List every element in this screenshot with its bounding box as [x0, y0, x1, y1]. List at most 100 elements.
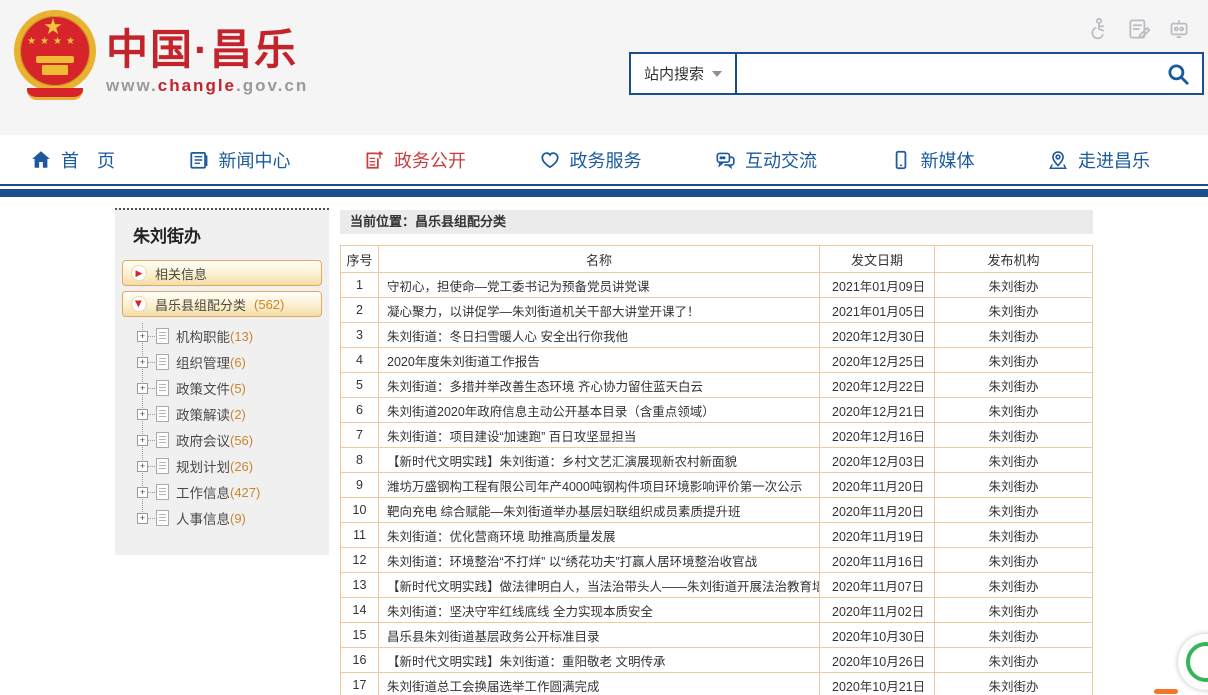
document-icon [156, 458, 169, 474]
robot-icon[interactable] [1166, 16, 1192, 42]
row-org: 朱刘街办 [935, 623, 1093, 648]
site-url: www.changle.gov.cn [106, 76, 308, 96]
row-date: 2020年11月19日 [820, 523, 935, 548]
row-title-link[interactable]: 2020年度朱刘街道工作报告 [379, 348, 820, 373]
row-date: 2020年12月16日 [820, 423, 935, 448]
row-title-link[interactable]: 【新时代文明实践】朱刘街道：乡村文艺汇演展现新农村新面貌 [379, 448, 820, 473]
table-row: 9 潍坊万盛钢构工程有限公司年产4000吨钢构件项目环境影响评价第一次公示 20… [341, 473, 1093, 498]
nav-item-interaction[interactable]: 互动交流 [714, 147, 817, 173]
tree-item[interactable]: + 机构职能 (13) [137, 323, 329, 349]
expand-plus-icon[interactable]: + [137, 409, 148, 420]
row-title-link[interactable]: 守初心，担使命—党工委书记为预备党员讲党课 [379, 273, 820, 298]
expand-plus-icon[interactable]: + [137, 487, 148, 498]
search-bar: 站内搜索 [629, 52, 1204, 95]
tree-item[interactable]: + 人事信息 (9) [137, 505, 329, 531]
row-title-link[interactable]: 朱刘街道总工会换届选举工作圆满完成 [379, 673, 820, 695]
nav-divider-band [0, 189, 1208, 197]
home-icon [30, 149, 52, 171]
table-row: 1 守初心，担使命—党工委书记为预备党员讲党课 2021年01月09日 朱刘街办 [341, 273, 1093, 298]
nav-item-new-media[interactable]: 新媒体 [890, 147, 975, 173]
row-number: 17 [341, 673, 379, 695]
accessibility-icon[interactable] [1086, 16, 1112, 42]
row-title-link[interactable]: 靶向充电 综合赋能—朱刘街道举办基层妇联组织成员素质提升班 [379, 498, 820, 523]
row-title-link[interactable]: 朱刘街道2020年政府信息主动公开基本目录（含重点领域） [379, 398, 820, 423]
tree-item[interactable]: + 政策文件 (5) [137, 375, 329, 401]
row-title-link[interactable]: 【新时代文明实践】做法律明白人，当法治带头人——朱刘街道开展法治教育培... [379, 573, 820, 598]
table-row: 14 朱刘街道：坚决守牢红线底线 全力实现本质安全 2020年11月02日 朱刘… [341, 598, 1093, 623]
row-number: 16 [341, 648, 379, 673]
form-edit-icon[interactable] [1126, 16, 1152, 42]
section-label: 昌乐县组配分类 [155, 295, 246, 314]
nav-item-news-center[interactable]: 新闻中心 [188, 147, 291, 173]
expand-plus-icon[interactable]: + [137, 461, 148, 472]
page-content: 朱刘街办 ▶ 相关信息 ▶ 昌乐县组配分类 (562) + 机构职能 (13) … [0, 197, 1208, 695]
row-date: 2020年12月30日 [820, 323, 935, 348]
tree-connector [148, 388, 155, 389]
search-button[interactable] [1154, 54, 1202, 93]
expand-plus-icon[interactable]: + [137, 357, 148, 368]
table-header-row: 序号 名称 发文日期 发布机构 [341, 246, 1093, 273]
document-icon [156, 328, 169, 344]
tree-connector [148, 518, 155, 519]
row-number: 9 [341, 473, 379, 498]
sidebar: 朱刘街办 ▶ 相关信息 ▶ 昌乐县组配分类 (562) + 机构职能 (13) … [115, 208, 329, 555]
row-title-link[interactable]: 【新时代文明实践】朱刘街道：重阳敬老 文明传承 [379, 648, 820, 673]
nav-item-gov-disclosure[interactable]: 政务公开 [363, 147, 466, 173]
nav-item-about-changle[interactable]: 走进昌乐 [1047, 147, 1150, 173]
emblem-star-icon: ★ [12, 16, 94, 38]
row-org: 朱刘街办 [935, 448, 1093, 473]
row-title-link[interactable]: 朱刘街道：多措并举改善生态环境 齐心协力留住蓝天白云 [379, 373, 820, 398]
row-title-link[interactable]: 朱刘街道：项目建设“加速跑” 百日攻坚显担当 [379, 423, 820, 448]
search-input[interactable] [737, 54, 1154, 93]
tree-item[interactable]: + 政策解读 (2) [137, 401, 329, 427]
row-title-link[interactable]: 凝心聚力，以讲促学—朱刘街道机关干部大讲堂开课了！ [379, 298, 820, 323]
sidebar-section-related-info[interactable]: ▶ 相关信息 [122, 260, 322, 286]
row-title-link[interactable]: 朱刘街道：冬日扫雪暖人心 安全出行你我他 [379, 323, 820, 348]
nav-label: 首 页 [61, 147, 115, 173]
sidebar-title: 朱刘街办 [115, 210, 329, 255]
row-org: 朱刘街办 [935, 598, 1093, 623]
search-scope-dropdown[interactable]: 站内搜索 [631, 54, 737, 93]
row-org: 朱刘街办 [935, 398, 1093, 423]
document-icon [156, 484, 169, 500]
document-icon [156, 406, 169, 422]
nav-label: 政务公开 [394, 147, 466, 173]
row-title-link[interactable]: 昌乐县朱刘街道基层政务公开标准目录 [379, 623, 820, 648]
emblem-small-stars-icon: ★★★★ [12, 36, 94, 47]
expand-plus-icon[interactable]: + [137, 435, 148, 446]
nav-item-home[interactable]: 首 页 [30, 147, 115, 173]
row-title-link[interactable]: 潍坊万盛钢构工程有限公司年产4000吨钢构件项目环境影响评价第一次公示 [379, 473, 820, 498]
table-row: 13 【新时代文明实践】做法律明白人，当法治带头人——朱刘街道开展法治教育培..… [341, 573, 1093, 598]
orange-dash-decoration [1154, 689, 1178, 694]
gov-open-icon [363, 149, 385, 171]
row-number: 4 [341, 348, 379, 373]
sidebar-section-category[interactable]: ▶ 昌乐县组配分类 (562) [122, 291, 322, 317]
tree-item[interactable]: + 组织管理 (6) [137, 349, 329, 375]
tree-item[interactable]: + 政府会议 (56) [137, 427, 329, 453]
row-org: 朱刘街办 [935, 473, 1093, 498]
expand-plus-icon[interactable]: + [137, 331, 148, 342]
row-title-link[interactable]: 朱刘街道：坚决守牢红线底线 全力实现本质安全 [379, 598, 820, 623]
row-date: 2020年11月16日 [820, 548, 935, 573]
row-org: 朱刘街办 [935, 523, 1093, 548]
row-number: 13 [341, 573, 379, 598]
row-number: 8 [341, 448, 379, 473]
national-emblem-logo: ★ ★★★★ [12, 8, 98, 104]
nav-item-gov-services[interactable]: 政务服务 [539, 147, 642, 173]
tree-item[interactable]: + 规划计划 (26) [137, 453, 329, 479]
tree-item-count: (427) [230, 485, 260, 500]
row-number: 7 [341, 423, 379, 448]
emblem-gate-base-icon [42, 65, 68, 75]
row-title-link[interactable]: 朱刘街道：环境整治“不打烊” 以“绣花功夫”打赢人居环境整治收官战 [379, 548, 820, 573]
nav-label: 新闻中心 [219, 147, 291, 173]
row-number: 15 [341, 623, 379, 648]
expand-plus-icon[interactable]: + [137, 383, 148, 394]
tree-item[interactable]: + 工作信息 (427) [137, 479, 329, 505]
tree-connector [148, 466, 155, 467]
row-title-link[interactable]: 朱刘街道：优化营商环境 助推高质量发展 [379, 523, 820, 548]
expand-plus-icon[interactable]: + [137, 513, 148, 524]
row-date: 2020年11月02日 [820, 598, 935, 623]
row-org: 朱刘街办 [935, 648, 1093, 673]
row-org: 朱刘街办 [935, 298, 1093, 323]
site-header: ★ ★★★★ 中国·昌乐 www.changle.gov.cn [0, 0, 1208, 135]
